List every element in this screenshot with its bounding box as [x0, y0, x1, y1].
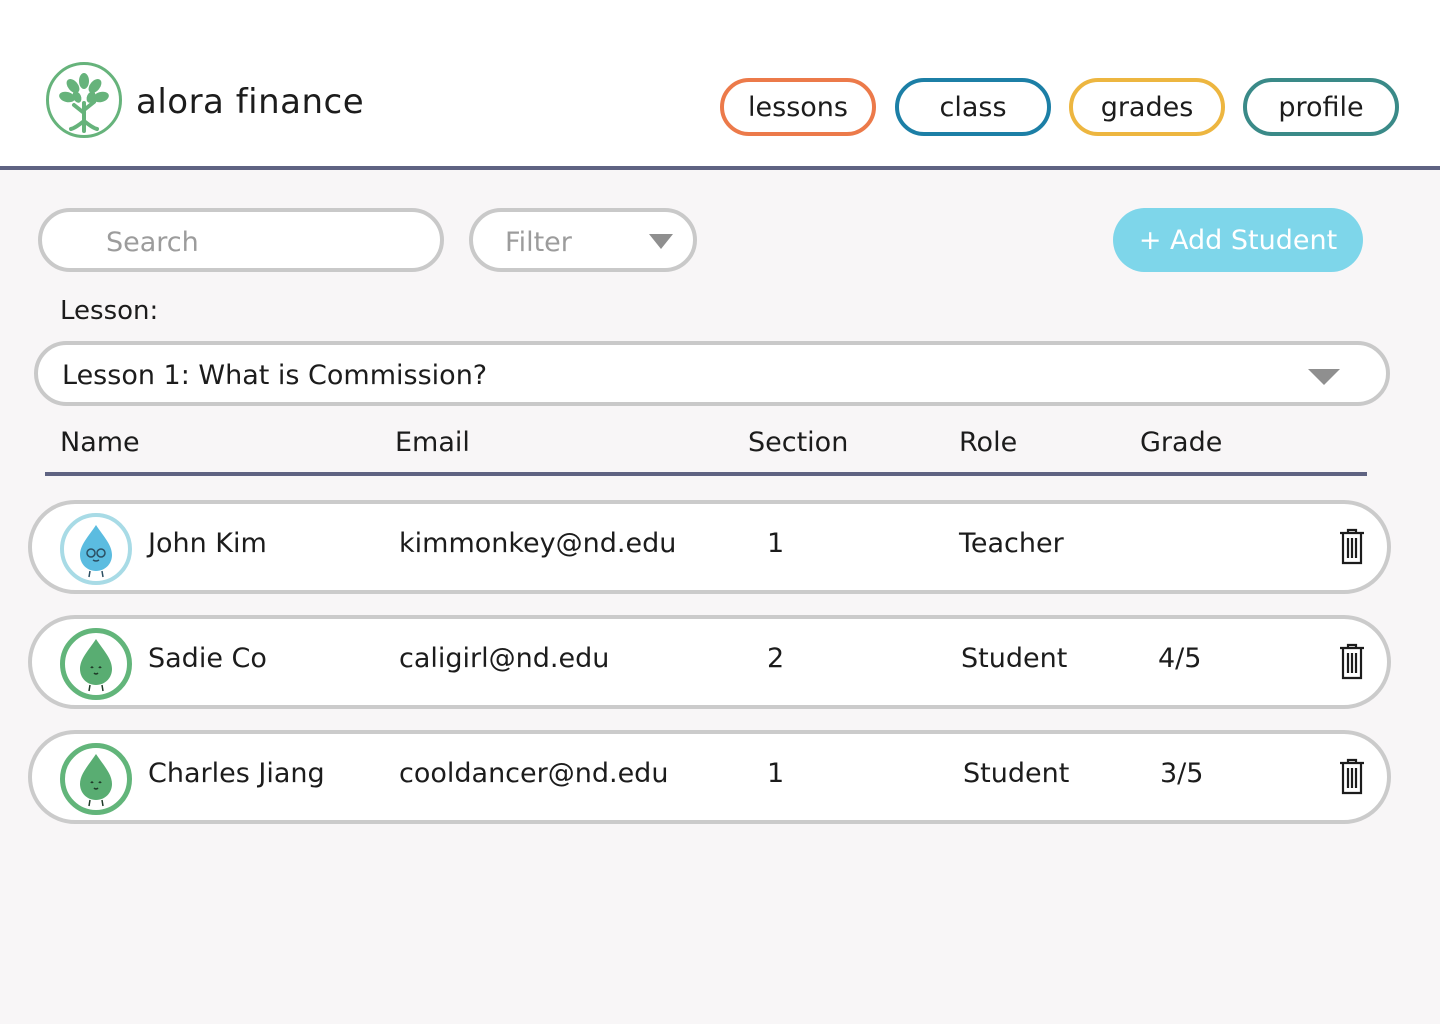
- nav-profile-button[interactable]: profile: [1243, 78, 1399, 136]
- row-grade: 4/5: [1158, 643, 1202, 674]
- row-section: 1: [767, 758, 785, 789]
- trash-icon[interactable]: [1338, 643, 1366, 681]
- column-header-name: Name: [60, 427, 140, 458]
- row-section: 1: [767, 528, 785, 559]
- nav-grades-button[interactable]: grades: [1069, 78, 1225, 136]
- app-header: alora finance lessons class grades profi…: [0, 0, 1440, 170]
- table-row[interactable]: Sadie Co caligirl@nd.edu 2 Student 4/5: [28, 615, 1391, 709]
- chevron-down-icon: [1308, 369, 1340, 385]
- row-role: Student: [961, 643, 1068, 674]
- trash-icon[interactable]: [1338, 758, 1366, 796]
- row-name: Charles Jiang: [148, 758, 325, 789]
- table-row[interactable]: Charles Jiang cooldancer@nd.edu 1 Studen…: [28, 730, 1391, 824]
- row-role: Teacher: [959, 528, 1064, 559]
- lesson-label: Lesson:: [60, 296, 159, 326]
- search-input[interactable]: [104, 226, 428, 258]
- row-email: caligirl@nd.edu: [399, 643, 610, 674]
- header-divider: [45, 472, 1367, 476]
- row-name: John Kim: [148, 528, 267, 559]
- blue-droplet-avatar-icon: [60, 513, 132, 585]
- row-section: 2: [767, 643, 785, 674]
- brand-name: alora finance: [136, 82, 365, 122]
- green-droplet-avatar-icon: [60, 628, 132, 700]
- tree-logo-icon: [46, 62, 122, 138]
- green-droplet-avatar-icon: [60, 743, 132, 815]
- nav-lessons-button[interactable]: lessons: [720, 78, 876, 136]
- row-email: cooldancer@nd.edu: [399, 758, 669, 789]
- filter-label: Filter: [505, 227, 572, 258]
- lesson-selected-value: Lesson 1: What is Commission?: [62, 360, 488, 391]
- row-email: kimmonkey@nd.edu: [399, 528, 677, 559]
- trash-icon[interactable]: [1338, 528, 1366, 566]
- row-grade: 3/5: [1160, 758, 1204, 789]
- nav-class-button[interactable]: class: [895, 78, 1051, 136]
- lesson-select[interactable]: Lesson 1: What is Commission?: [34, 341, 1390, 406]
- column-header-role: Role: [959, 427, 1018, 458]
- column-header-grade: Grade: [1140, 427, 1223, 458]
- chevron-down-icon: [649, 234, 673, 249]
- add-student-button[interactable]: + Add Student: [1113, 208, 1363, 272]
- table-row[interactable]: John Kim kimmonkey@nd.edu 1 Teacher: [28, 500, 1391, 594]
- filter-dropdown[interactable]: Filter: [469, 208, 697, 272]
- search-field[interactable]: [38, 208, 444, 272]
- row-name: Sadie Co: [148, 643, 267, 674]
- column-header-email: Email: [395, 427, 470, 458]
- column-header-section: Section: [748, 427, 849, 458]
- row-role: Student: [963, 758, 1070, 789]
